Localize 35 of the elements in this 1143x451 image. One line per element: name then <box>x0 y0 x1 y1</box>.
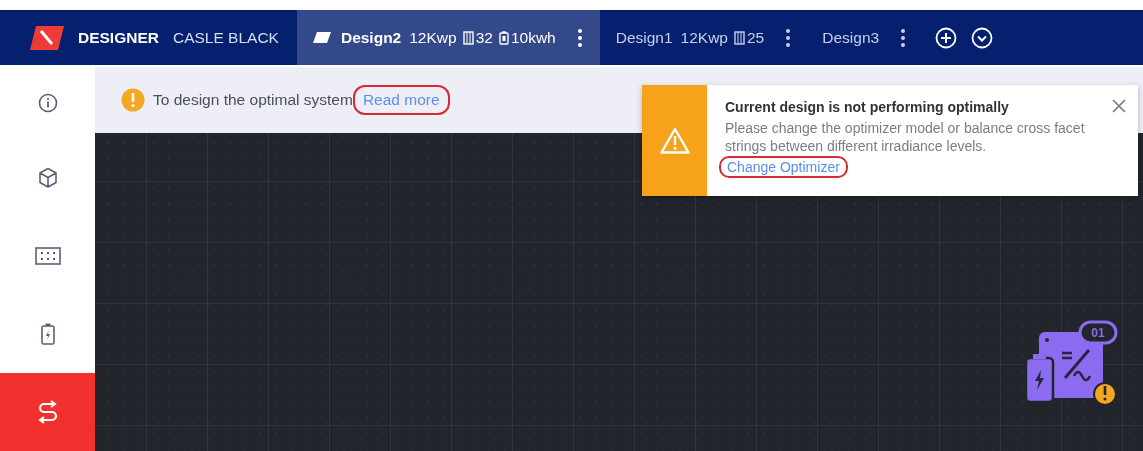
cube-icon <box>37 167 58 189</box>
panel-count: 25 <box>747 28 765 47</box>
design-tab[interactable]: Design3 <box>806 10 922 65</box>
info-icon <box>37 93 58 113</box>
more-options-icon[interactable] <box>786 28 791 47</box>
design-tab[interactable]: Design2 12Kwp 32 10kwh <box>296 10 600 65</box>
design-name: Design1 <box>615 28 673 47</box>
string-route-icon <box>36 400 59 424</box>
panel-icon <box>462 30 474 45</box>
power-value: 12Kwp <box>680 28 728 47</box>
app-name: DESIGNER <box>78 28 159 47</box>
roof-facet-icon <box>312 31 331 44</box>
battery-capacity: 10kwh <box>510 28 556 47</box>
panel-icon <box>734 30 745 45</box>
design-name: Design2 <box>340 28 402 47</box>
chevron-down-icon[interactable] <box>971 26 994 49</box>
alert-message: Please change the optimizer model or balance cross facet strings between different irradiance levels. <box>725 119 1086 155</box>
banner-message: To design the optimal system <box>153 91 353 109</box>
design-name: Design3 <box>822 28 880 47</box>
more-options-icon[interactable] <box>577 28 582 47</box>
power-value: 12Kwp <box>409 28 457 47</box>
close-icon[interactable] <box>1112 99 1126 113</box>
design-tab[interactable]: Design1 12Kwp 25 <box>599 10 807 65</box>
panel-count: 32 <box>475 28 493 47</box>
warning-triangle-icon <box>659 127 690 154</box>
panel-grid-icon <box>34 247 61 265</box>
battery-icon <box>40 323 55 345</box>
warning-icon <box>121 88 145 112</box>
add-icon[interactable] <box>935 26 958 49</box>
alert-title: Current design is not performing optimally <box>725 98 1010 116</box>
battery-icon <box>498 30 509 45</box>
project-name: CASLE BLACK <box>172 28 279 47</box>
more-options-icon[interactable] <box>901 28 906 47</box>
device-count-label: 01 <box>1080 322 1116 343</box>
logo-icon <box>30 25 64 50</box>
